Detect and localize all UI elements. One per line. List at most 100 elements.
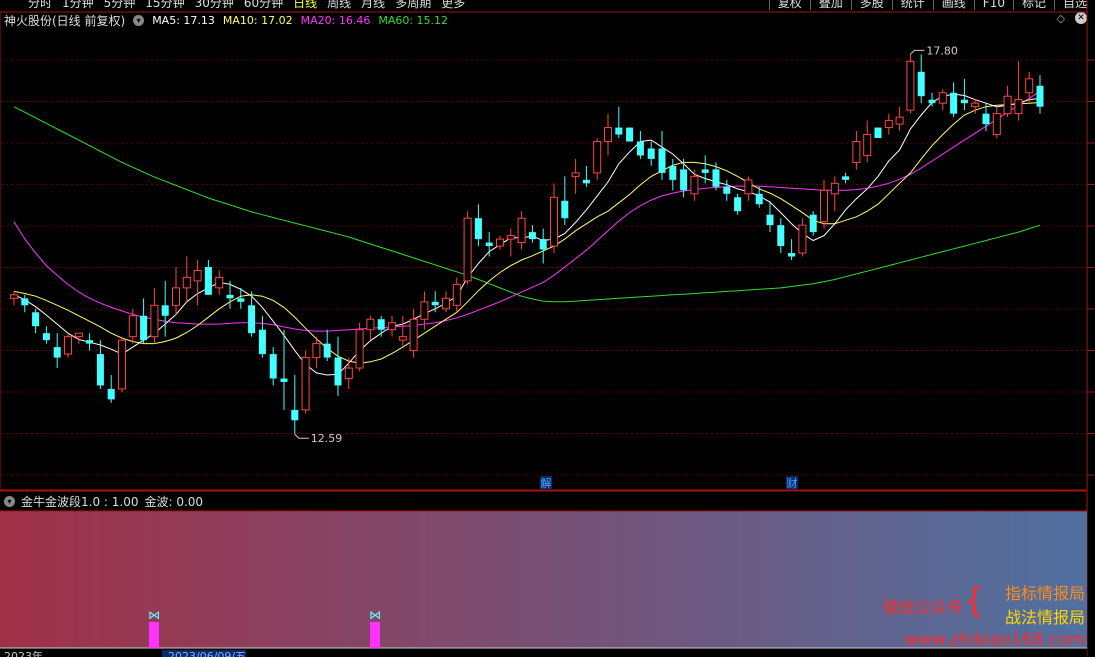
event-marker: 解 <box>541 476 552 490</box>
candle <box>582 165 590 187</box>
candle <box>506 228 515 257</box>
candle <box>1025 71 1034 104</box>
candle-body <box>852 141 861 163</box>
candle-body <box>377 319 385 330</box>
candle <box>669 158 677 191</box>
candle <box>387 315 397 337</box>
candle-body <box>474 218 482 240</box>
candle <box>96 340 104 389</box>
candle <box>485 232 493 257</box>
candle <box>690 169 699 201</box>
candle-body <box>863 134 872 156</box>
candle <box>809 211 817 236</box>
candle-body <box>819 189 829 223</box>
brace-icon: { <box>963 581 985 621</box>
signal-bar <box>370 622 380 648</box>
candle <box>150 287 159 344</box>
candle-body <box>788 253 796 257</box>
candle-body <box>517 217 526 244</box>
event-marker: 财 <box>787 476 798 490</box>
candle-body <box>938 92 947 104</box>
candle-body <box>723 186 731 194</box>
candle <box>734 193 742 215</box>
candle-body <box>171 287 181 306</box>
candle <box>9 291 19 306</box>
candle <box>463 211 472 285</box>
candle <box>615 106 623 139</box>
candle <box>723 179 731 201</box>
candle <box>593 138 602 180</box>
date-axis-year: 2023年 <box>4 649 43 657</box>
indicator-title[interactable]: 金牛金波段1.0 : 1.00 <box>21 493 138 510</box>
candle-body <box>615 127 623 135</box>
candle-body <box>140 315 148 341</box>
candle-body <box>280 378 288 382</box>
ma5-line <box>13 93 1041 376</box>
candle <box>140 298 148 344</box>
candle-body <box>215 276 224 289</box>
candle-body <box>528 232 536 240</box>
candle <box>204 260 212 295</box>
candle-body <box>452 283 461 306</box>
candle <box>647 141 655 166</box>
candle-body <box>323 343 331 358</box>
candle <box>42 326 50 344</box>
candle <box>280 329 288 410</box>
signal-bar <box>149 622 159 648</box>
candle <box>409 308 418 358</box>
candle <box>658 131 666 180</box>
candle-body <box>884 120 893 129</box>
candle-body <box>950 92 958 114</box>
candle-body <box>1036 85 1044 107</box>
candle <box>906 54 915 114</box>
candle <box>63 333 73 358</box>
candle <box>960 78 968 111</box>
candle-body <box>258 329 266 355</box>
candle-body <box>398 336 407 341</box>
chevron-down-icon[interactable]: ▾ <box>4 495 15 507</box>
candle <box>323 329 331 362</box>
candle-body <box>971 102 980 108</box>
candle <box>571 158 580 194</box>
candle-body <box>842 176 850 180</box>
indicator-title-bar: ▾ 金牛金波段1.0 : 1.00 金波: 0.00 <box>0 492 1087 510</box>
candle-body <box>334 357 342 386</box>
candle-body <box>495 238 505 247</box>
candle <box>539 228 547 264</box>
candle-body <box>917 71 925 97</box>
low-pointer <box>294 433 309 439</box>
candle-body <box>1003 95 1012 115</box>
candle-body <box>355 329 364 369</box>
candle-body <box>9 294 19 299</box>
candle-body <box>690 175 699 195</box>
candle-body <box>626 127 634 142</box>
candle-body <box>895 116 904 125</box>
candle-body <box>809 214 817 233</box>
candle-body <box>420 301 429 320</box>
candle <box>117 336 127 393</box>
watermark-url: www.zhibiao168.com <box>904 630 1085 650</box>
candle-body <box>506 235 515 240</box>
butterfly-icon: ⋈ <box>148 608 160 622</box>
candle-body <box>766 214 774 226</box>
candle-body <box>301 357 310 411</box>
candle-body <box>755 193 763 205</box>
candle <box>269 347 277 386</box>
indicator-value: 金波: 0.00 <box>144 494 204 509</box>
candle <box>193 260 202 306</box>
candle <box>452 277 461 313</box>
candle <box>852 131 861 170</box>
candle-body <box>409 318 418 352</box>
candle-body <box>1025 78 1034 94</box>
candle-body <box>561 200 569 219</box>
candle <box>549 183 559 254</box>
candle <box>474 204 482 247</box>
candle-body <box>182 276 191 289</box>
candle-body <box>485 242 493 247</box>
candle-body <box>669 165 677 180</box>
candle-body <box>150 304 159 338</box>
candle <box>528 225 536 243</box>
candlestick-chart[interactable]: 17.80 12.59 解 财 ⋈ ⋈ 2023年 2023/06/09/五 <box>0 0 1095 657</box>
candle-body <box>712 169 720 187</box>
candle-body <box>237 298 245 302</box>
